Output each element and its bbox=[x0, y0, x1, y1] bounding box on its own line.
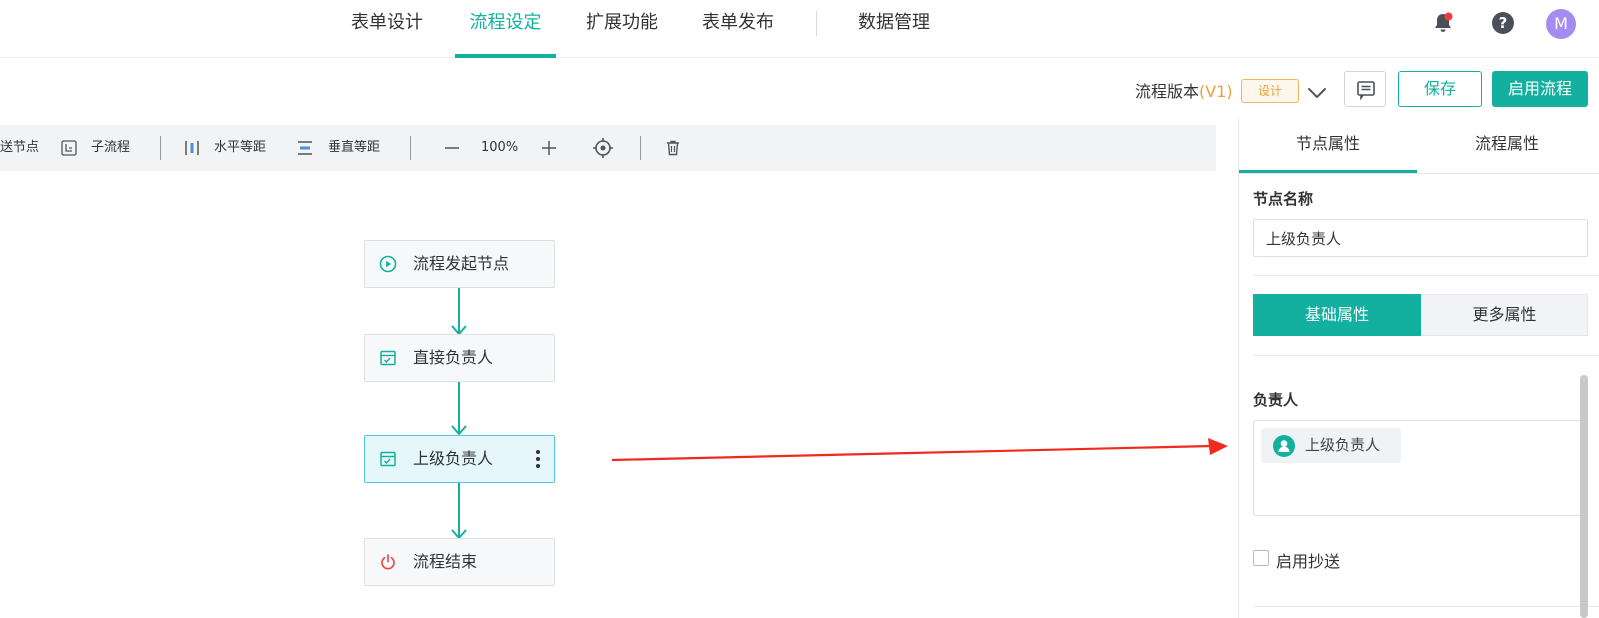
flow-node-direct-manager[interactable]: 直接负责人 bbox=[364, 334, 555, 382]
play-circle-icon bbox=[379, 255, 397, 273]
segment-more-properties[interactable]: 更多属性 bbox=[1421, 294, 1588, 336]
more-vertical-icon[interactable] bbox=[533, 448, 543, 470]
flow-node-start[interactable]: 流程发起节点 bbox=[364, 240, 555, 288]
owner-title: 负责人 bbox=[1253, 391, 1299, 409]
tab-node-properties[interactable]: 节点属性 bbox=[1239, 119, 1417, 173]
panel-scrollbar[interactable] bbox=[1580, 375, 1588, 618]
flow-node-end[interactable]: 流程结束 bbox=[364, 538, 555, 586]
approval-form-icon bbox=[380, 350, 396, 366]
node-name-input[interactable] bbox=[1253, 219, 1588, 257]
node-label: 流程发起节点 bbox=[413, 254, 510, 273]
node-name-title: 节点名称 bbox=[1253, 190, 1314, 208]
segment-basic-properties[interactable]: 基础属性 bbox=[1253, 294, 1421, 336]
owner-chip-label: 上级负责人 bbox=[1305, 436, 1381, 454]
node-label: 直接负责人 bbox=[413, 348, 494, 367]
annotation-arrowhead bbox=[1208, 438, 1228, 455]
user-icon bbox=[1273, 435, 1295, 457]
panel-tab-divider bbox=[1239, 173, 1599, 174]
node-label: 上级负责人 bbox=[413, 449, 494, 468]
enable-cc-checkbox[interactable] bbox=[1253, 550, 1269, 566]
tab-process-properties[interactable]: 流程属性 bbox=[1418, 119, 1596, 173]
divider bbox=[1253, 606, 1599, 607]
enable-cc-label: 启用抄送 bbox=[1276, 552, 1341, 571]
annotation-arrow-line bbox=[611, 444, 1213, 462]
divider bbox=[1253, 275, 1599, 276]
node-label: 流程结束 bbox=[413, 552, 478, 571]
divider bbox=[1253, 355, 1599, 356]
approval-form-icon bbox=[380, 451, 396, 467]
flow-node-superior-manager[interactable]: 上级负责人 bbox=[364, 435, 555, 483]
power-icon bbox=[381, 554, 395, 570]
